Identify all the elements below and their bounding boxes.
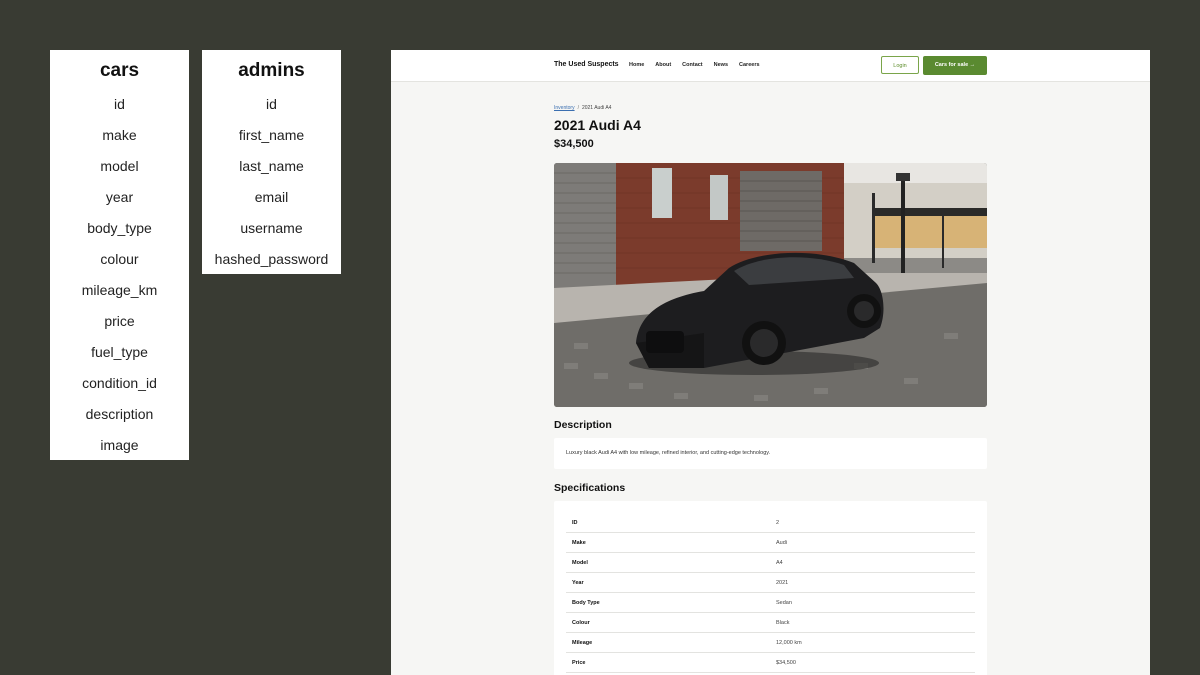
- specifications-box: ID 2 Make Audi Model A4 Year 2021 Body T…: [554, 501, 987, 675]
- cars-field: year: [105, 189, 134, 205]
- specifications-heading: Specifications: [554, 482, 626, 494]
- breadcrumb-current: 2021 Audi A4: [581, 105, 612, 111]
- spec-row: Model A4: [566, 553, 975, 573]
- admins-field: last_name: [239, 158, 304, 174]
- spec-value: 12,000 km: [776, 640, 802, 646]
- cars-field: image: [100, 437, 139, 453]
- cars-field: colour: [100, 251, 139, 267]
- spec-row: ID 2: [566, 513, 975, 533]
- spec-label: Price: [572, 660, 586, 666]
- nav-link-home[interactable]: Home: [629, 62, 644, 68]
- cars-field: fuel_type: [91, 344, 148, 360]
- nav-link-contact[interactable]: Contact: [682, 62, 702, 68]
- admins-schema-title: admins: [238, 60, 305, 81]
- cars-field: condition_id: [82, 375, 157, 391]
- cars-field: price: [104, 313, 135, 329]
- nav-link-careers[interactable]: Careers: [739, 62, 760, 68]
- spec-row: Year 2021: [566, 573, 975, 593]
- cars-field: mileage_km: [81, 282, 158, 298]
- spec-value: 2: [776, 520, 780, 526]
- admins-field: email: [254, 189, 289, 205]
- spec-label: Year: [572, 580, 584, 586]
- description-box: Luxury black Audi A4 with low mileage, r…: [554, 438, 987, 469]
- nav-links: Home About Contact News Careers: [629, 62, 760, 68]
- cars-schema-title: cars: [99, 60, 140, 81]
- cars-field: body_type: [87, 220, 152, 236]
- spec-label: Colour: [572, 620, 590, 626]
- spec-label: Make: [572, 540, 586, 546]
- spec-label: Body Type: [572, 600, 600, 606]
- admins-field: hashed_password: [214, 251, 329, 267]
- spec-value: 2021: [776, 580, 789, 586]
- admins-field: id: [266, 96, 277, 112]
- login-button[interactable]: Login: [881, 56, 919, 74]
- cars-field: description: [85, 406, 154, 422]
- cars-field: make: [102, 127, 137, 143]
- cars-for-sale-button[interactable]: Cars for sale →: [923, 56, 987, 75]
- admins-field: username: [240, 220, 303, 236]
- cars-field: id: [114, 96, 125, 112]
- page-title: 2021 Audi A4: [554, 117, 641, 133]
- spec-value: $34,500: [776, 660, 796, 666]
- spec-value: A4: [776, 560, 783, 566]
- specifications-table: ID 2 Make Audi Model A4 Year 2021 Body T…: [566, 513, 975, 673]
- car-photo-illustration: [554, 163, 987, 407]
- spec-row: Make Audi: [566, 533, 975, 553]
- nav-link-news[interactable]: News: [714, 62, 728, 68]
- spec-label: ID: [572, 520, 578, 526]
- breadcrumb-inventory-link[interactable]: Inventory: [554, 105, 575, 111]
- car-photo: [554, 163, 987, 407]
- admins-schema-card: admins id first_name last_name email use…: [202, 50, 341, 274]
- car-detail-page: The Used Suspects Home About Contact New…: [391, 50, 1150, 675]
- car-price: $34,500: [554, 138, 594, 150]
- breadcrumb-separator: /: [577, 105, 579, 111]
- description-text: Luxury black Audi A4 with low mileage, r…: [566, 450, 771, 456]
- spec-row: Colour Black: [566, 613, 975, 633]
- cars-field: model: [100, 158, 139, 174]
- spec-value: Black: [776, 620, 790, 626]
- site-navbar: The Used Suspects Home About Contact New…: [391, 50, 1150, 82]
- spec-row: Body Type Sedan: [566, 593, 975, 613]
- spec-value: Audi: [776, 540, 788, 546]
- site-brand[interactable]: The Used Suspects: [554, 61, 619, 68]
- breadcrumb: Inventory/2021 Audi A4: [554, 105, 611, 111]
- admins-field: first_name: [238, 127, 305, 143]
- spec-value: Sedan: [776, 600, 792, 606]
- spec-row: Mileage 12,000 km: [566, 633, 975, 653]
- spec-label: Mileage: [572, 640, 593, 646]
- nav-link-about[interactable]: About: [655, 62, 671, 68]
- cars-schema-card: cars id make model year body_type colour…: [50, 50, 189, 460]
- spec-label: Model: [572, 560, 588, 566]
- spec-row: Price $34,500: [566, 653, 975, 673]
- description-heading: Description: [554, 419, 612, 431]
